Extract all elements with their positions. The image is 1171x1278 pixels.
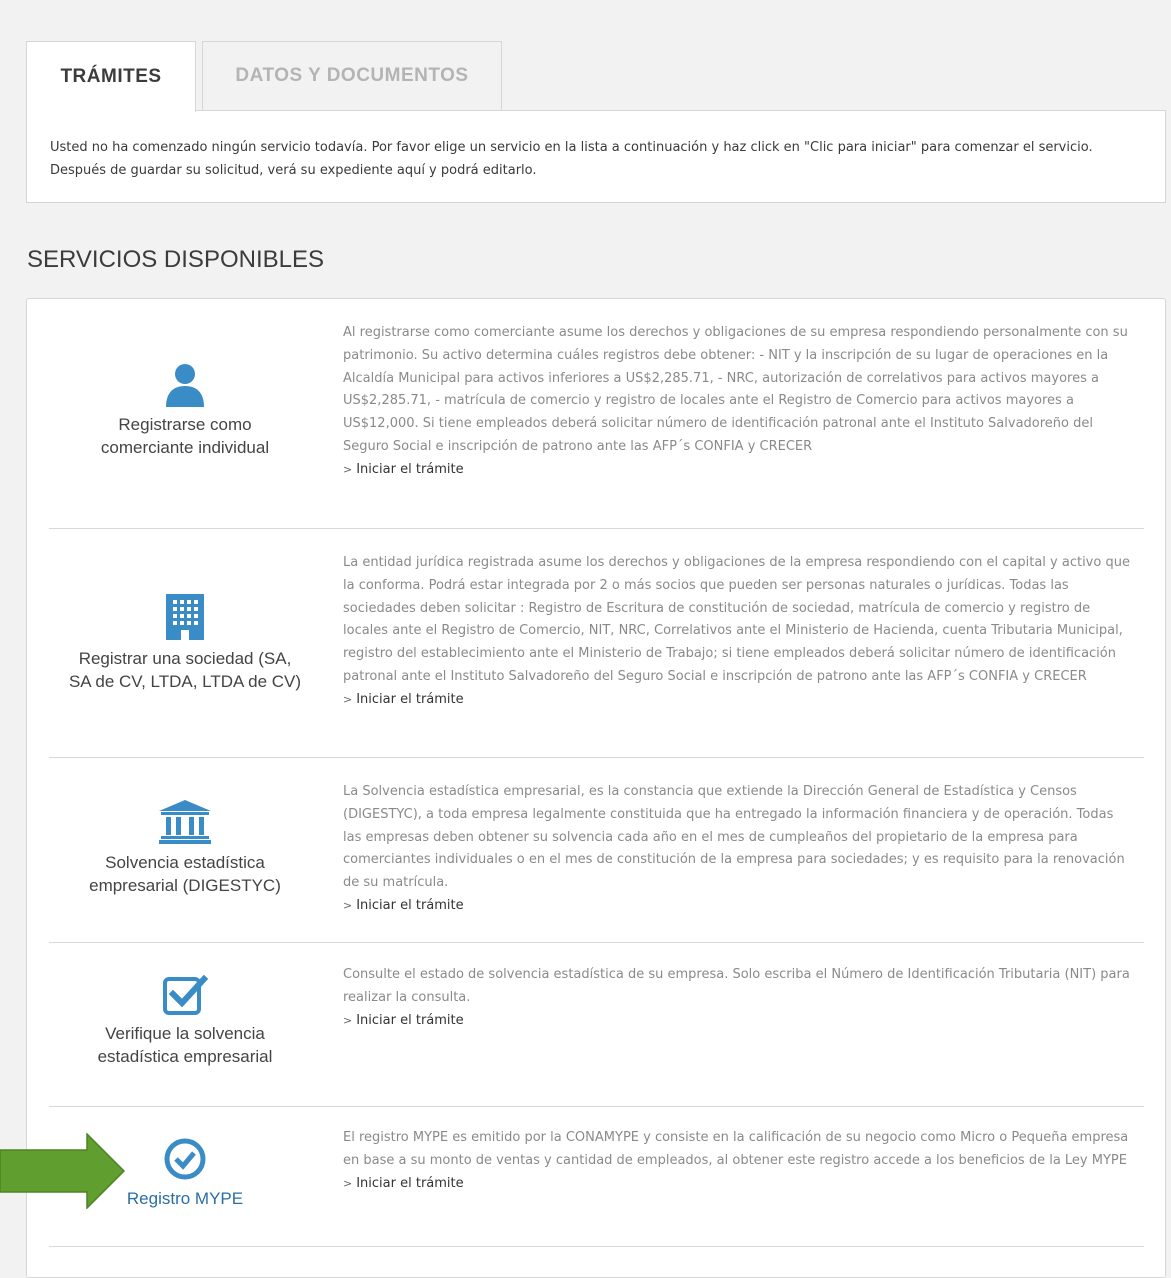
service-item: Verifique la solvencia estadística empre… [49, 942, 1144, 1107]
notice-line-2: Después de guardar su solicitud, verá su… [50, 163, 537, 178]
arrow-right-icon [0, 1133, 126, 1209]
service-description: Consulte el estado de solvencia estadíst… [343, 964, 1133, 1032]
service-header: Registrarse como comerciante individual [49, 363, 321, 459]
tab-datos-documentos[interactable]: DATOS Y DOCUMENTOS [202, 41, 502, 111]
service-name: Verifique la solvencia estadística empre… [97, 1024, 273, 1066]
service-header: Verifique la solvencia estadística empre… [49, 974, 321, 1068]
tab-tramites[interactable]: TRÁMITES [26, 41, 196, 112]
institution-icon [159, 800, 211, 844]
chevron-right-icon: > [343, 898, 353, 912]
building-icon [166, 594, 204, 640]
services-list: Registrarse como comerciante individual … [26, 298, 1166, 1278]
service-header: Solvencia estadística empresarial (DIGES… [49, 799, 321, 897]
checkbox-icon [163, 974, 208, 1015]
start-procedure-link[interactable]: > Iniciar el trámite [343, 459, 464, 482]
chevron-right-icon: > [343, 462, 353, 476]
service-header: Registrar una sociedad (SA, SA de CV, LT… [49, 593, 321, 693]
chevron-right-icon: > [343, 1176, 353, 1190]
chevron-right-icon: > [343, 1013, 353, 1027]
start-procedure-link[interactable]: > Iniciar el trámite [343, 689, 464, 712]
chevron-right-icon: > [343, 692, 353, 706]
service-item: Registrarse como comerciante individual … [49, 299, 1144, 529]
start-procedure-link[interactable]: > Iniciar el trámite [343, 895, 464, 918]
service-name: Registrarse como comerciante individual [100, 415, 270, 457]
start-procedure-link[interactable]: > Iniciar el trámite [343, 1010, 464, 1033]
notice-line-1: Usted no ha comenzado ningún servicio to… [50, 140, 1093, 155]
service-item: Registrar una sociedad (SA, SA de CV, LT… [49, 528, 1144, 758]
start-procedure-link[interactable]: > Iniciar el trámite [343, 1173, 464, 1196]
service-item: Registro MYPE El registro MYPE es emitid… [49, 1106, 1144, 1247]
empty-state-notice: Usted no ha comenzado ningún servicio to… [26, 110, 1166, 203]
check-circle-icon [164, 1138, 206, 1180]
service-description: La entidad jurídica registrada asume los… [343, 552, 1133, 712]
service-description: La Solvencia estadística empresarial, es… [343, 781, 1133, 918]
service-name: Registrar una sociedad (SA, SA de CV, LT… [68, 649, 302, 691]
service-description: El registro MYPE es emitido por la CONAM… [343, 1127, 1133, 1195]
service-description: Al registrarse como comerciante asume lo… [343, 322, 1133, 482]
section-title: SERVICIOS DISPONIBLES [27, 246, 324, 273]
service-item: Solvencia estadística empresarial (DIGES… [49, 757, 1144, 943]
person-icon [166, 364, 204, 407]
service-name: Solvencia estadística empresarial (DIGES… [89, 853, 281, 895]
